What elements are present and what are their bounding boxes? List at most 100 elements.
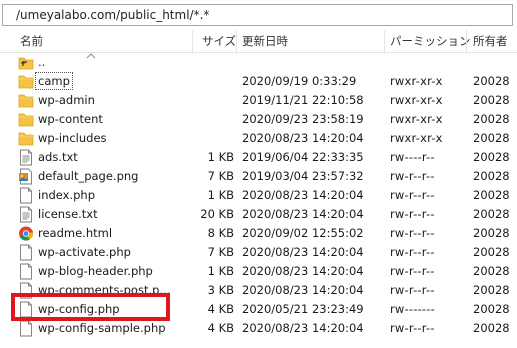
- file-row[interactable]: ..: [0, 53, 517, 72]
- file-size: 8 KB: [207, 226, 234, 240]
- text-file-icon: [18, 206, 34, 223]
- file-row[interactable]: wp-blog-header.php 1 KB 2020/08/23 14:20:0…: [0, 262, 517, 281]
- folder-icon: [18, 130, 34, 147]
- file-name: wp-config-sample.php: [38, 321, 166, 335]
- file-browser-window: /umeyalabo.com/public_html/*.* 名前 サイズ 更新…: [0, 0, 517, 348]
- file-modified: 2020/09/19 0:33:29: [242, 74, 357, 88]
- file-name: index.php: [38, 188, 96, 202]
- file-modified: 2020/05/21 23:23:49: [242, 302, 364, 316]
- file-owner: 20028: [473, 188, 510, 202]
- file-name: ..: [38, 55, 46, 69]
- file-name: default_page.png: [38, 169, 139, 183]
- file-size: 1 KB: [207, 264, 234, 278]
- file-permissions: rw-r--r--: [390, 264, 435, 278]
- column-divider[interactable]: [466, 30, 467, 52]
- file-row[interactable]: license.txt 20 KB 2020/08/23 14:20:04 rw-r-…: [0, 205, 517, 224]
- file-row[interactable]: wp-activate.php 7 KB 2020/08/23 14:20:04 rw…: [0, 243, 517, 262]
- column-divider[interactable]: [384, 30, 385, 52]
- file-permissions: rwxr-xr-x: [390, 93, 443, 107]
- column-header-name[interactable]: 名前: [20, 26, 43, 52]
- file-modified: 2019/11/21 22:10:58: [242, 93, 364, 107]
- column-header-modified[interactable]: 更新日時: [242, 26, 288, 52]
- file-permissions: rwxr-xr-x: [390, 112, 443, 126]
- column-header-size[interactable]: サイズ: [202, 26, 236, 52]
- parent-folder-icon: [18, 54, 34, 71]
- file-permissions: rwxr-xr-x: [390, 131, 443, 145]
- column-header-owner[interactable]: 所有者: [473, 26, 508, 52]
- file-size: 7 KB: [207, 245, 234, 259]
- file-owner: 20028: [473, 150, 510, 164]
- file-owner: 20028: [473, 245, 510, 259]
- file-size: 1 KB: [207, 188, 234, 202]
- blank-file-icon: [18, 244, 34, 261]
- file-size: 4 KB: [207, 302, 234, 316]
- blank-file-icon: [18, 263, 34, 280]
- file-row[interactable]: default_page.png 7 KB 2019/03/04 23:57:32 r…: [0, 167, 517, 186]
- file-size: 1 KB: [207, 150, 234, 164]
- file-row[interactable]: index.php 1 KB 2020/08/23 14:20:04 rw-r--r-…: [0, 186, 517, 205]
- file-owner: 20028: [473, 283, 510, 297]
- file-row[interactable]: camp 2020/09/19 0:33:29 rwxr-xr-x 20028: [0, 72, 517, 91]
- file-size: 7 KB: [207, 169, 234, 183]
- file-modified: 2020/08/23 14:20:04: [242, 283, 364, 297]
- folder-icon: [18, 73, 34, 90]
- file-owner: 20028: [473, 112, 510, 126]
- file-owner: 20028: [473, 226, 510, 240]
- file-owner: 20028: [473, 169, 510, 183]
- folder-icon: [18, 111, 34, 128]
- image-file-icon: [18, 168, 34, 185]
- file-modified: 2020/08/23 14:20:04: [242, 264, 364, 278]
- file-row[interactable]: readme.html 8 KB 2020/09/02 12:55:02 rw-r--…: [0, 224, 517, 243]
- file-row[interactable]: wp-config-sample.php 4 KB 2020/08/23 14:20…: [0, 319, 517, 338]
- file-owner: 20028: [473, 93, 510, 107]
- file-modified: 2020/09/23 23:58:19: [242, 112, 364, 126]
- file-name: ads.txt: [38, 150, 78, 164]
- folder-icon: [18, 92, 34, 109]
- file-permissions: rw-r--r--: [390, 188, 435, 202]
- blank-file-icon: [18, 187, 34, 204]
- file-name: wp-includes: [38, 131, 107, 145]
- file-modified: 2019/06/04 22:33:35: [242, 150, 364, 164]
- file-name: wp-content: [38, 112, 103, 126]
- file-row[interactable]: wp-admin 2019/11/21 22:10:58 rwxr-xr-x 2002…: [0, 91, 517, 110]
- highlight-annotation-box: [11, 293, 170, 321]
- file-owner: 20028: [473, 302, 510, 316]
- file-owner: 20028: [473, 321, 510, 335]
- file-name: wp-blog-header.php: [38, 264, 153, 278]
- file-modified: 2019/03/04 23:57:32: [242, 169, 364, 183]
- column-header-permissions[interactable]: パーミッション: [390, 26, 471, 52]
- remote-path-field[interactable]: /umeyalabo.com/public_html/*.*: [2, 4, 513, 26]
- file-permissions: rw-------: [390, 302, 435, 316]
- file-name: license.txt: [38, 207, 98, 221]
- file-row[interactable]: wp-content 2020/09/23 23:58:19 rwxr-xr-x 20…: [0, 110, 517, 129]
- file-name: wp-activate.php: [38, 245, 131, 259]
- text-file-icon: [18, 149, 34, 166]
- file-name: camp: [35, 72, 73, 90]
- file-name: readme.html: [38, 226, 113, 240]
- chrome-icon: [18, 225, 34, 242]
- file-row[interactable]: ads.txt 1 KB 2019/06/04 22:33:35 rw----r-- 2…: [0, 148, 517, 167]
- column-divider[interactable]: [192, 30, 193, 52]
- file-owner: 20028: [473, 131, 510, 145]
- column-header: 名前 サイズ 更新日時 パーミッション 所有者: [0, 26, 517, 59]
- file-owner: 20028: [473, 74, 510, 88]
- blank-file-icon: [18, 320, 34, 337]
- file-size: 3 KB: [207, 283, 234, 297]
- file-name: wp-admin: [38, 93, 95, 107]
- file-permissions: rw-r--r--: [390, 169, 435, 183]
- file-modified: 2020/09/02 12:55:02: [242, 226, 364, 240]
- file-permissions: rwxr-xr-x: [390, 74, 443, 88]
- file-modified: 2020/08/23 14:20:04: [242, 321, 364, 335]
- file-owner: 20028: [473, 207, 510, 221]
- file-permissions: rw-r--r--: [390, 226, 435, 240]
- file-modified: 2020/08/23 14:20:04: [242, 188, 364, 202]
- file-size: 4 KB: [207, 321, 234, 335]
- file-size: 20 KB: [200, 207, 234, 221]
- file-permissions: rw-r--r--: [390, 283, 435, 297]
- file-permissions: rw----r--: [390, 150, 435, 164]
- file-modified: 2020/08/23 14:20:04: [242, 207, 364, 221]
- file-permissions: rw-r--r--: [390, 207, 435, 221]
- file-owner: 20028: [473, 264, 510, 278]
- file-row[interactable]: wp-includes 2020/08/23 14:20:04 rwxr-xr-x 2…: [0, 129, 517, 148]
- column-divider[interactable]: [236, 30, 237, 52]
